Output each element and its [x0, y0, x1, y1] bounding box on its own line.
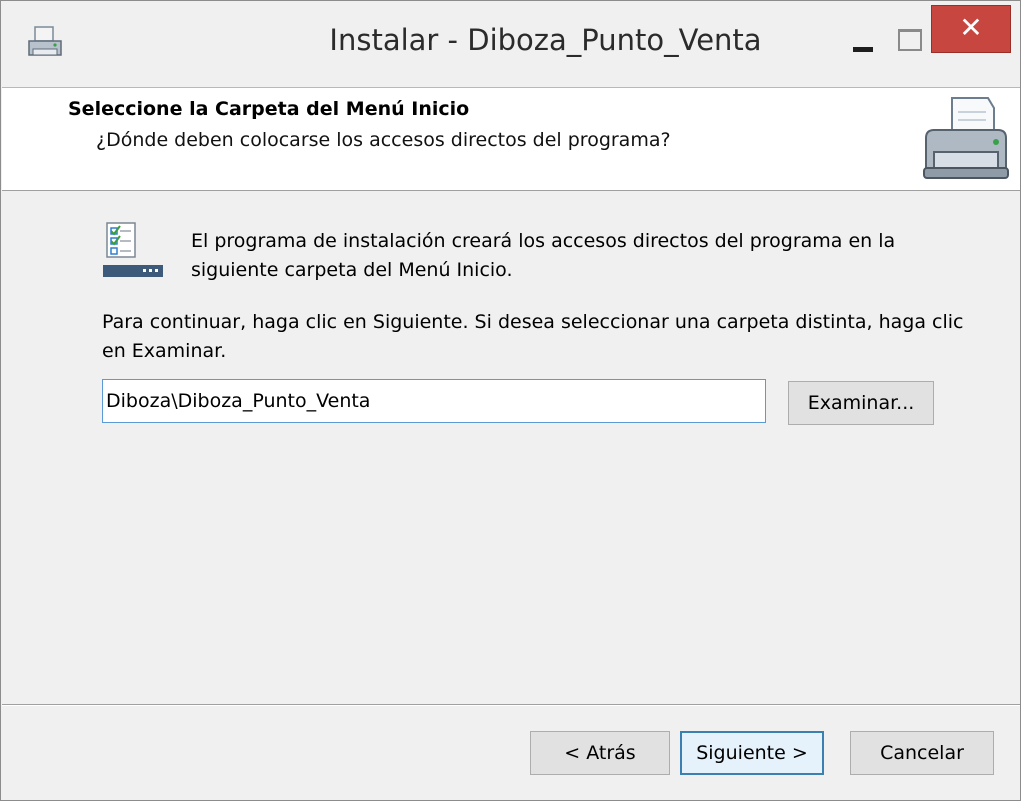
- maximize-button[interactable]: [887, 15, 931, 65]
- intro-text: El programa de instalación creará los ac…: [191, 230, 896, 281]
- next-button[interactable]: Siguiente >: [680, 731, 824, 775]
- start-menu-shortcut-icon: [101, 221, 165, 279]
- browse-button[interactable]: Examinar...: [788, 381, 934, 425]
- start-menu-folder-input[interactable]: [102, 379, 766, 423]
- footer-divider: [2, 704, 1020, 706]
- instruction-text: Para continuar, haga clic en Siguiente. …: [102, 311, 964, 362]
- close-button[interactable]: ✕: [931, 5, 1011, 53]
- minimize-button[interactable]: [841, 15, 885, 65]
- installer-window: Instalar - Diboza_Punto_Venta ✕ Seleccio…: [0, 0, 1021, 801]
- cancel-button[interactable]: Cancelar: [850, 731, 994, 775]
- page-subtitle: ¿Dónde deben colocarse los accesos direc…: [96, 129, 671, 151]
- close-icon: ✕: [959, 11, 983, 44]
- title-bar[interactable]: Instalar - Diboza_Punto_Venta ✕: [1, 1, 1020, 87]
- page-title: Seleccione la Carpeta del Menú Inicio: [68, 98, 470, 120]
- printer-icon: [918, 92, 1014, 184]
- wizard-header: Seleccione la Carpeta del Menú Inicio ¿D…: [2, 87, 1020, 191]
- back-button[interactable]: < Atrás: [530, 731, 670, 775]
